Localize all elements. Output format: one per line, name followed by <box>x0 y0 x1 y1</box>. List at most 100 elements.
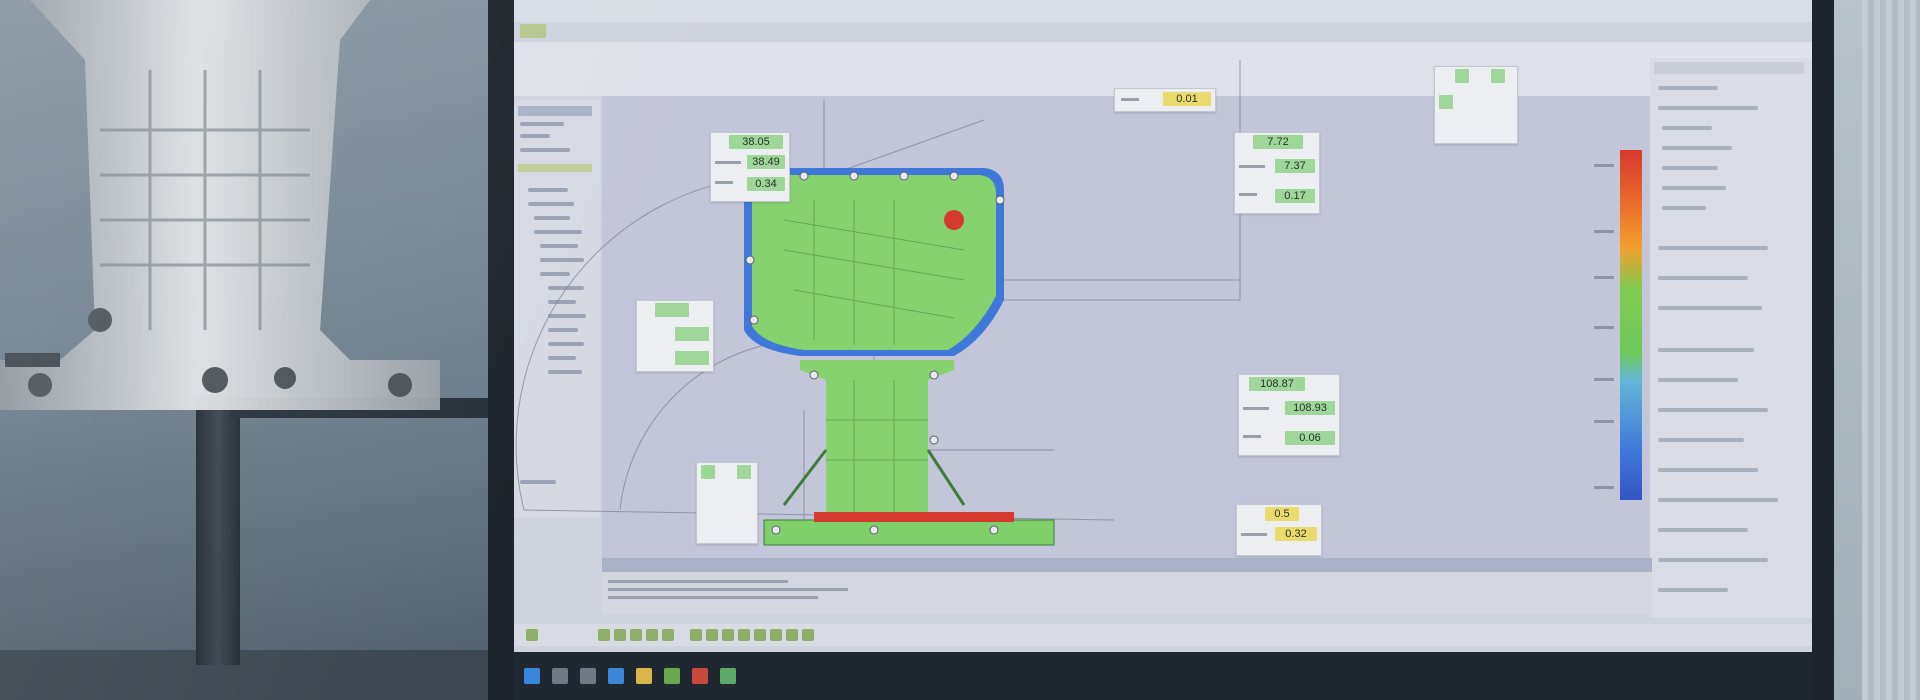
property-row[interactable] <box>1662 146 1732 150</box>
measurement-callout-3[interactable]: 0.01 <box>1114 88 1216 112</box>
scale-tick <box>1594 230 1614 233</box>
toolbar-button[interactable] <box>646 629 658 641</box>
property-row[interactable] <box>1658 86 1718 90</box>
deviation-color-scale <box>1620 150 1642 500</box>
toolbar-button[interactable] <box>786 629 798 641</box>
measurement-callout-2[interactable]: 7.72 7.37 0.17 <box>1234 132 1320 214</box>
log-line <box>608 580 788 583</box>
tree-item[interactable] <box>534 230 582 234</box>
property-row[interactable] <box>1662 206 1706 210</box>
toolbar-button[interactable] <box>662 629 674 641</box>
callout-measured: 38.49 <box>747 155 785 169</box>
property-row[interactable] <box>1658 276 1748 280</box>
tree-item[interactable] <box>548 300 576 304</box>
model-tree-panel <box>514 100 600 518</box>
toolbar-button[interactable] <box>630 629 642 641</box>
toolbar-button[interactable] <box>802 629 814 641</box>
toolbar-button[interactable] <box>706 629 718 641</box>
physical-casting-part <box>0 0 440 410</box>
tree-item[interactable] <box>528 202 574 206</box>
callout-nominal: 38.05 <box>729 135 783 149</box>
start-icon[interactable] <box>524 668 540 684</box>
tree-item[interactable] <box>548 356 576 360</box>
property-row[interactable] <box>1658 588 1728 592</box>
property-row[interactable] <box>1658 438 1744 442</box>
tree-item[interactable] <box>540 272 570 276</box>
callout-value <box>1439 95 1453 109</box>
tree-item[interactable] <box>534 216 570 220</box>
task-view-icon[interactable] <box>580 668 596 684</box>
folder-icon[interactable] <box>636 668 652 684</box>
toolbar-button[interactable] <box>770 629 782 641</box>
log-line <box>608 588 848 591</box>
log-line <box>608 596 818 599</box>
tree-item[interactable] <box>520 148 570 152</box>
app-menu-tab[interactable] <box>520 24 546 38</box>
property-row[interactable] <box>1658 306 1762 310</box>
callout-value <box>675 351 709 365</box>
tree-item[interactable] <box>548 370 582 374</box>
measurement-callout-1[interactable]: 38.05 38.49 0.34 <box>710 132 790 202</box>
callout-label <box>1239 193 1257 196</box>
background-cabinet-slats <box>1862 0 1920 700</box>
measurement-callout[interactable] <box>1434 66 1518 144</box>
callout-value <box>1491 69 1505 83</box>
property-row[interactable] <box>1658 558 1768 562</box>
tree-item[interactable] <box>528 188 568 192</box>
desk <box>0 650 500 700</box>
property-row[interactable] <box>1658 498 1778 502</box>
callout-nominal: 108.87 <box>1249 377 1305 391</box>
property-row[interactable] <box>1658 528 1748 532</box>
toolbar-button[interactable] <box>754 629 766 641</box>
tree-item[interactable] <box>548 342 584 346</box>
scale-tick <box>1594 164 1614 167</box>
app-icon[interactable] <box>720 668 736 684</box>
property-row[interactable] <box>1658 468 1758 472</box>
tree-item[interactable] <box>548 286 584 290</box>
callout-value <box>737 465 751 479</box>
tree-item-selected[interactable] <box>518 164 592 172</box>
callout-deviation: 0.06 <box>1285 431 1335 445</box>
callout-label <box>715 161 741 164</box>
callout-deviation: 0.01 <box>1163 92 1211 106</box>
toolbar-button[interactable] <box>690 629 702 641</box>
tree-item[interactable] <box>520 122 564 126</box>
monitor-screen: 38.05 38.49 0.34 7.72 7.37 0.17 0.01 108… <box>514 0 1812 700</box>
property-row[interactable] <box>1658 408 1768 412</box>
app-icon[interactable] <box>664 668 680 684</box>
property-row[interactable] <box>1662 126 1712 130</box>
property-row[interactable] <box>1658 348 1754 352</box>
toolbar-button[interactable] <box>738 629 750 641</box>
callout-label <box>1243 435 1261 438</box>
callout-nominal: 7.72 <box>1253 135 1303 149</box>
tree-item[interactable] <box>548 314 586 318</box>
search-icon[interactable] <box>552 668 568 684</box>
toolbar-button[interactable] <box>614 629 626 641</box>
bottom-toolbar <box>514 624 1812 646</box>
property-row[interactable] <box>1658 246 1768 250</box>
property-row[interactable] <box>1658 106 1758 110</box>
tree-item[interactable] <box>540 258 584 262</box>
tree-item[interactable] <box>548 328 578 332</box>
callout-measured: 7.37 <box>1275 159 1315 173</box>
property-row[interactable] <box>1662 166 1718 170</box>
properties-panel <box>1650 58 1812 618</box>
property-row[interactable] <box>1662 186 1726 190</box>
browser-icon[interactable] <box>608 668 624 684</box>
scale-tick <box>1594 378 1614 381</box>
measurement-callout-5[interactable]: 0.5 0.32 <box>1236 504 1322 556</box>
toolbar-button[interactable] <box>526 629 538 641</box>
tree-item[interactable] <box>520 480 556 484</box>
toolbar-button[interactable] <box>722 629 734 641</box>
scale-tick <box>1594 326 1614 329</box>
property-row[interactable] <box>1658 378 1738 382</box>
measurement-callout-4[interactable]: 108.87 108.93 0.06 <box>1238 374 1340 456</box>
window-titlebar <box>514 0 1812 22</box>
measurement-callout[interactable] <box>636 300 714 372</box>
tree-item[interactable] <box>520 134 550 138</box>
measurement-callout[interactable] <box>696 462 758 544</box>
tree-item[interactable] <box>540 244 578 248</box>
app-icon[interactable] <box>692 668 708 684</box>
toolbar-button[interactable] <box>598 629 610 641</box>
callout-label <box>1121 98 1139 101</box>
